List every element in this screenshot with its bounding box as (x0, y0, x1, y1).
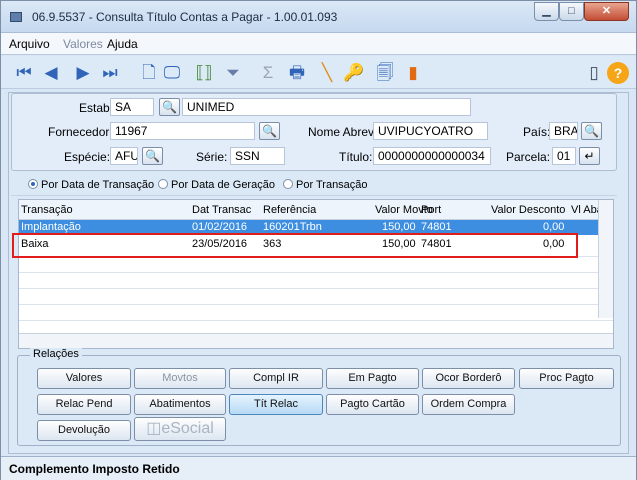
menu-valores[interactable]: Valores (63, 37, 103, 51)
estab-field[interactable]: SA (110, 98, 154, 116)
devolucao-button[interactable]: Devolução (37, 420, 131, 441)
nome-abrev-field: UVIPUCYOATRO (373, 122, 488, 140)
last-record-icon[interactable]: ⏭ (99, 62, 121, 84)
filter-icon[interactable]: ⏷ (222, 62, 244, 84)
header-dat-transac[interactable]: Dat Transac (192, 204, 251, 216)
radio-data-transacao[interactable]: Por Data de Transação (28, 179, 154, 191)
parcela-field[interactable]: 01 (552, 147, 576, 165)
window-title: 06.9.5537 - Consulta Título Contas a Pag… (32, 10, 338, 24)
cell-referencia: 160201Trbn (263, 221, 322, 233)
em-pagto-button[interactable]: Em Pagto (326, 368, 419, 389)
report-icon[interactable]: 🗐 (374, 62, 396, 84)
nome-abrev-label: Nome Abrev: (308, 125, 378, 139)
header-referencia[interactable]: Referência (263, 204, 316, 216)
menu-bar: Arquivo Valores Ajuda (1, 33, 636, 55)
highlight-box (12, 233, 578, 258)
first-record-icon[interactable]: ⏮ (13, 62, 35, 84)
close-button[interactable]: ✕ (584, 2, 629, 21)
next-record-icon[interactable]: ▶ (72, 62, 94, 84)
help-icon[interactable]: ? (607, 62, 629, 84)
app-icon (10, 12, 22, 22)
relacoes-title: Relações (30, 348, 82, 360)
title-bar: 06.9.5537 - Consulta Título Contas a Pag… (1, 1, 636, 33)
fornecedor-search-icon[interactable]: 🔍 (259, 122, 280, 140)
especie-field[interactable]: AFU (110, 147, 138, 165)
cell-valor-desconto: 0,00 (543, 221, 565, 233)
abatimentos-button[interactable]: Abatimentos (134, 394, 226, 415)
horizontal-scrollbar[interactable] (19, 333, 613, 348)
header-port[interactable]: Port (421, 204, 441, 216)
cell-transacao: Implantação (21, 221, 81, 233)
radio-icon (283, 179, 293, 189)
pais-label: País: (523, 125, 551, 139)
pagto-cartao-button[interactable]: Pagto Cartão (326, 394, 419, 415)
main-window: 06.9.5537 - Consulta Título Contas a Pag… (0, 0, 637, 480)
table-header: Transação Dat Transac Referência Valor M… (19, 200, 613, 220)
fornecedor-field[interactable]: 11967 (110, 122, 255, 140)
esocial-logo-icon: ◫ (146, 420, 162, 437)
serie-field[interactable]: SSN (230, 147, 285, 165)
titulo-label: Título: (339, 150, 373, 164)
transactions-table: Transação Dat Transac Referência Valor M… (18, 199, 614, 349)
tit-relac-button[interactable]: Tít Relac (229, 394, 323, 415)
new-document-icon[interactable]: 🗋 (138, 62, 160, 84)
menu-ajuda[interactable]: Ajuda (107, 37, 138, 51)
grid-line (19, 272, 613, 273)
serie-label: Série: (196, 150, 228, 164)
radio-transacao[interactable]: Por Transação (283, 179, 368, 191)
especie-label: Espécie: (64, 150, 111, 164)
radio-selected-icon (28, 179, 38, 189)
view-icon[interactable]: 🖵 (161, 62, 183, 84)
vertical-scrollbar[interactable] (598, 200, 613, 318)
maximize-button[interactable]: □ (559, 2, 584, 21)
estab-label: Estab: (79, 101, 114, 115)
relac-pend-button[interactable]: Relac Pend (37, 394, 131, 415)
movtos-button[interactable]: Movtos (134, 368, 226, 389)
previous-record-icon[interactable]: ◀ (40, 62, 62, 84)
enter-icon[interactable]: ↵ (579, 147, 600, 165)
status-text: Complemento Imposto Retido (9, 462, 180, 476)
goto-icon[interactable]: ⟦⟧ (193, 62, 215, 84)
grid-line (19, 288, 613, 289)
menu-arquivo[interactable]: Arquivo (9, 37, 50, 51)
estab-search-icon[interactable]: 🔍 (159, 98, 180, 116)
radio-icon (158, 179, 168, 189)
cell-port: 74801 (421, 221, 452, 233)
radio-data-geracao[interactable]: Por Data de Geração (158, 179, 275, 191)
pais-field: BRA (549, 122, 578, 140)
proc-pagto-button[interactable]: Proc Pagto (519, 368, 614, 389)
status-bar: Complemento Imposto Retido (1, 456, 636, 480)
cell-dat-transac: 01/02/2016 (192, 221, 248, 233)
ordem-compra-button[interactable]: Ordem Compra (422, 394, 515, 415)
valores-button[interactable]: Valores (37, 368, 131, 389)
cell-valor-movto: 150,00 (382, 221, 416, 233)
estab-name-field: UNIMED (182, 98, 471, 116)
pais-search-icon[interactable]: 🔍 (581, 122, 602, 140)
print-icon[interactable]: 🖶 (286, 62, 308, 84)
parcela-label: Parcela: (506, 150, 551, 164)
grid-line (19, 320, 613, 321)
compl-ir-button[interactable]: Compl IR (229, 368, 323, 389)
key-icon[interactable]: 🔑 (343, 62, 365, 84)
titulo-field[interactable]: 0000000000000034 (373, 147, 491, 165)
sort-options: Por Data de Transação Por Data de Geraçã… (11, 174, 617, 196)
toolbar: ⏮ ◀ ▶ ⏭ 🗋 🖵 ⟦⟧ ⏷ Σ 🖶 ╲ 🔑 🗐 ▮ ▯ ? (1, 56, 636, 89)
esocial-button[interactable]: ◫eSocial (134, 417, 226, 441)
grid-line (19, 304, 613, 305)
fornecedor-label: Fornecedor: (48, 125, 113, 139)
sum-icon[interactable]: Σ (257, 62, 279, 84)
exit-icon[interactable]: ▯ (583, 62, 605, 84)
edit-icon[interactable]: ╲ (316, 62, 338, 84)
export-icon[interactable]: ▮ (402, 62, 424, 84)
header-transacao[interactable]: Transação (21, 204, 73, 216)
ocor-bordero-button[interactable]: Ocor Borderô (422, 368, 515, 389)
especie-search-icon[interactable]: 🔍 (142, 147, 163, 165)
minimize-button[interactable]: ▁ (534, 2, 559, 21)
header-valor-desconto[interactable]: Valor Desconto (491, 204, 565, 216)
